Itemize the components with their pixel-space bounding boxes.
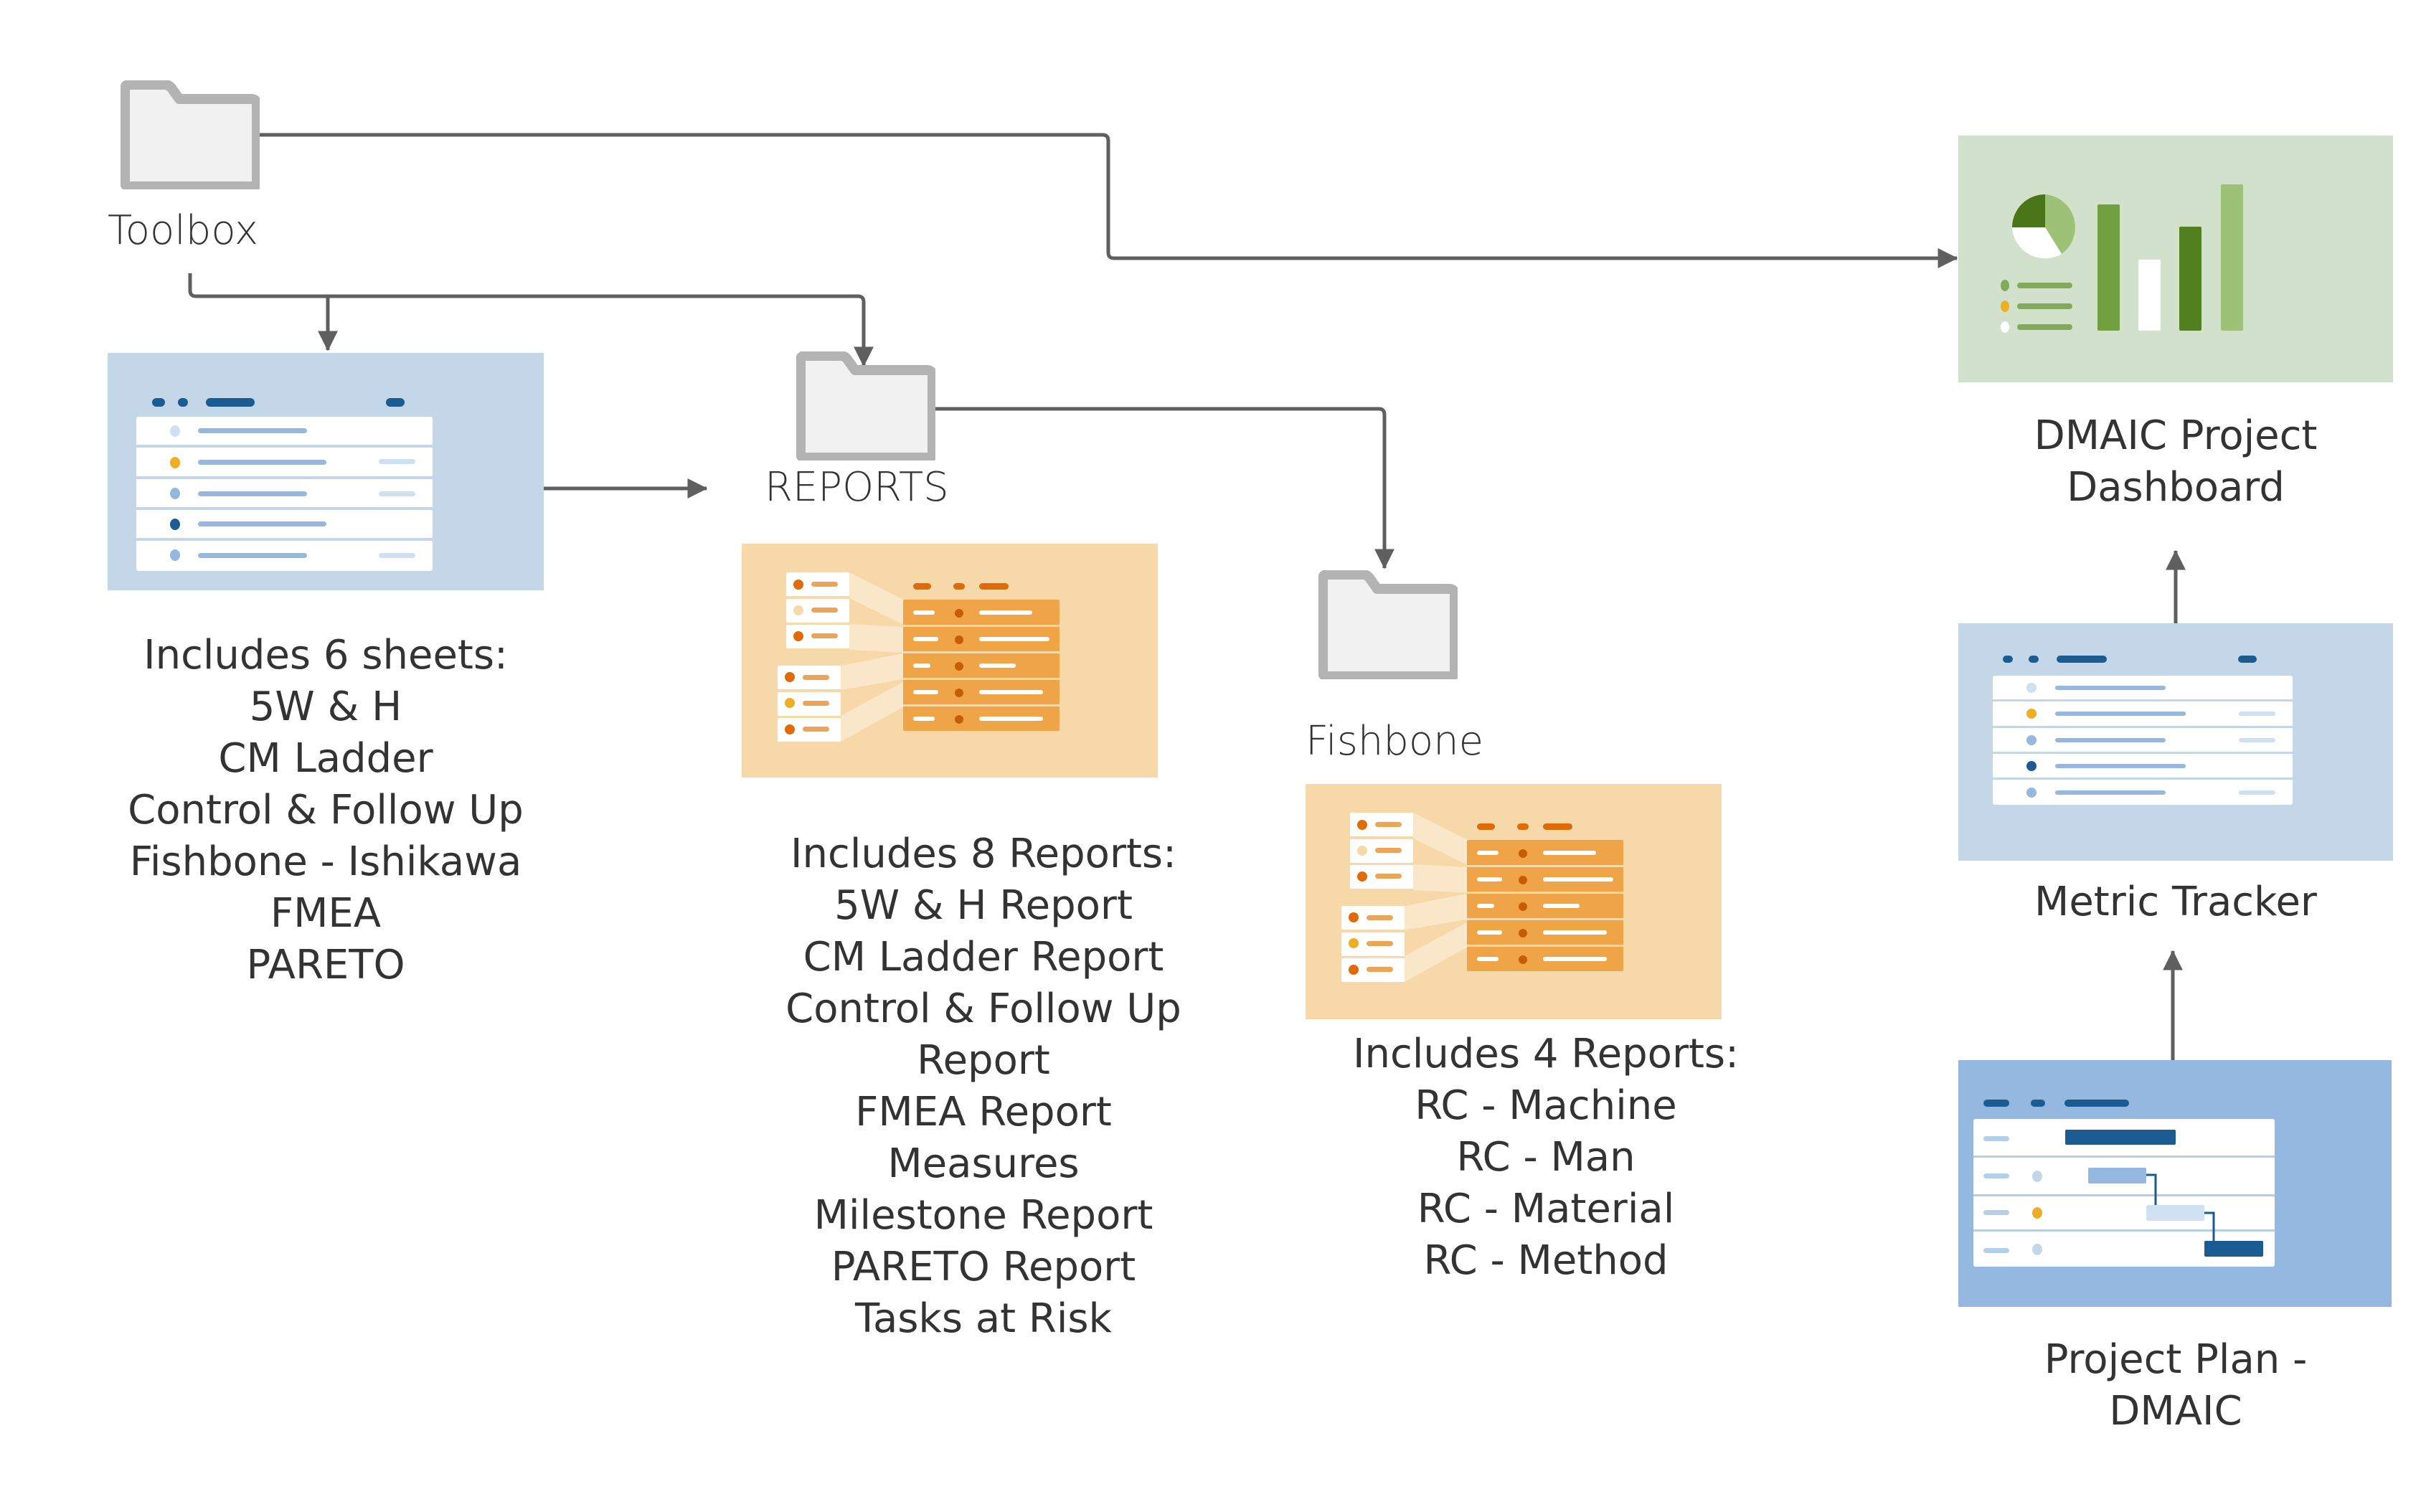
sheet-icon bbox=[108, 353, 544, 590]
fishbone-heading: Includes 4 Reports: bbox=[1353, 1031, 1739, 1077]
sheet-item: Fishbone - Ishikawa bbox=[129, 838, 522, 885]
sheet-item: FMEA bbox=[270, 890, 382, 937]
project-plan-label-line1: Project Plan - bbox=[2044, 1336, 2308, 1383]
fishbone-item: RC - Method bbox=[1423, 1237, 1669, 1284]
reports-description: Includes 8 Reports: 5W & H Report CM Lad… bbox=[785, 828, 1181, 1345]
dashboard-icon bbox=[2001, 184, 2243, 333]
folder-icon bbox=[796, 351, 938, 463]
fishbone-item: RC - Machine bbox=[1415, 1082, 1677, 1129]
project-plan-label: Project Plan - DMAIC bbox=[2044, 1334, 2308, 1437]
report-item: CM Ladder Report bbox=[803, 934, 1164, 981]
dashboard-label: DMAIC Project Dashboard bbox=[2034, 410, 2318, 514]
edge-toolbox-dashboard bbox=[258, 133, 1958, 268]
toolbox-label: Toolbox bbox=[108, 207, 258, 254]
sheet-item: 5W & H bbox=[249, 684, 402, 730]
folder-icon bbox=[120, 80, 262, 192]
toolbox-node[interactable] bbox=[120, 80, 262, 192]
sheet-item: PARETO bbox=[246, 942, 405, 988]
folder-icon bbox=[1318, 570, 1460, 681]
sheet-item: CM Ladder bbox=[218, 735, 433, 782]
fishbone-item: RC - Material bbox=[1417, 1186, 1675, 1232]
project-plan-card[interactable] bbox=[1958, 1060, 2392, 1307]
fishbone-label: Fishbone bbox=[1306, 718, 1484, 765]
metric-tracker-card[interactable] bbox=[1958, 623, 2393, 861]
report-item: Milestone Report bbox=[813, 1192, 1153, 1239]
reports-label: REPORTS bbox=[765, 464, 949, 511]
project-plan-label-line2: DMAIC bbox=[2109, 1388, 2242, 1435]
fishbone-item: RC - Man bbox=[1456, 1134, 1636, 1181]
reports-heading: Includes 8 Reports: bbox=[791, 831, 1176, 877]
report-item: Control & Follow Up bbox=[785, 986, 1181, 1032]
gantt-icon bbox=[1973, 1100, 2275, 1267]
dashboard-label-line1: DMAIC Project bbox=[2034, 412, 2318, 459]
sheets-description: Includes 6 sheets: 5W & H CM Ladder Cont… bbox=[128, 630, 524, 991]
fishbone-node[interactable] bbox=[1318, 570, 1460, 681]
report-item: Measures bbox=[887, 1140, 1080, 1187]
reports-illustration[interactable] bbox=[742, 544, 1158, 778]
sheets-card[interactable] bbox=[108, 353, 544, 590]
metric-tracker-label: Metric Tracker bbox=[2034, 879, 2317, 925]
report-item: Tasks at Risk bbox=[855, 1295, 1112, 1342]
report-item: 5W & H Report bbox=[834, 882, 1133, 929]
sheet-item: Control & Follow Up bbox=[128, 787, 524, 833]
fishbone-illustration[interactable] bbox=[1306, 784, 1722, 1019]
report-item: PARETO Report bbox=[831, 1244, 1136, 1290]
sheets-heading: Includes 6 sheets: bbox=[143, 632, 508, 679]
report-item: Report bbox=[917, 1037, 1050, 1084]
dashboard-card[interactable] bbox=[1958, 136, 2393, 382]
fishbone-description: Includes 4 Reports: RC - Machine RC - Ma… bbox=[1353, 1029, 1739, 1287]
edge-toolbox-reports bbox=[188, 273, 874, 367]
report-icon bbox=[1341, 813, 1623, 982]
dashboard-label-line2: Dashboard bbox=[2067, 464, 2285, 511]
report-icon bbox=[778, 572, 1060, 742]
reports-node[interactable] bbox=[796, 351, 938, 463]
report-item: FMEA Report bbox=[855, 1089, 1112, 1135]
sheet-icon bbox=[1958, 623, 2393, 861]
